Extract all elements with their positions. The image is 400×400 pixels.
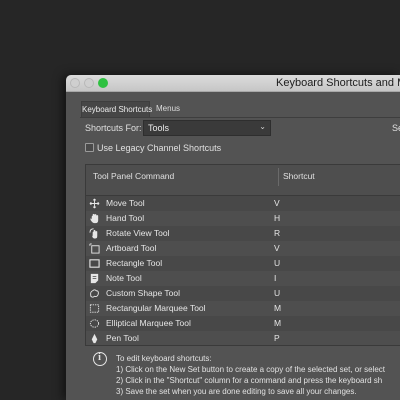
table-row[interactable]: Rectangle Tool U — [86, 256, 400, 271]
close-window-button[interactable] — [70, 78, 80, 88]
zoom-window-button[interactable] — [98, 78, 108, 88]
command-name: Rectangle Tool — [106, 258, 163, 268]
title-bar[interactable]: Keyboard Shortcuts and Menus — [66, 75, 400, 92]
column-divider[interactable] — [278, 168, 279, 186]
command-name: Rectangular Marquee Tool — [106, 303, 206, 313]
table-row[interactable]: Rotate View Tool R — [86, 226, 400, 241]
command-name: Elliptical Marquee Tool — [106, 318, 191, 328]
shortcut-key[interactable]: U — [274, 258, 280, 268]
rotate-view-icon — [89, 228, 98, 239]
tab-keyboard-shortcuts[interactable]: Keyboard Shortcuts — [81, 101, 152, 117]
shortcut-key[interactable]: U — [274, 288, 280, 298]
shortcuts-for-value: Tools — [148, 123, 170, 133]
shortcut-key[interactable]: P — [274, 333, 280, 343]
table-row[interactable]: Rectangular Marquee Tool M — [86, 301, 400, 316]
custom-shape-icon — [90, 289, 99, 298]
legacy-channel-label: Use Legacy Channel Shortcuts — [97, 143, 222, 153]
set-label: Se — [392, 123, 400, 133]
command-name: Pen Tool — [106, 333, 139, 343]
shortcut-key[interactable]: R — [274, 228, 280, 238]
info-line: 2) Click in the "Shortcut" column for a … — [116, 376, 383, 385]
command-column-header[interactable]: Tool Panel Command — [93, 171, 174, 181]
hand-icon — [90, 213, 99, 224]
shortcut-key[interactable]: M — [274, 303, 281, 313]
shortcuts-for-label: Shortcuts For: — [85, 123, 142, 133]
tab-menus[interactable]: Menus — [156, 101, 180, 117]
shortcut-key[interactable]: V — [274, 198, 280, 208]
shortcut-key[interactable]: M — [274, 318, 281, 328]
elliptical-marquee-icon — [89, 319, 100, 328]
command-name: Rotate View Tool — [106, 228, 170, 238]
info-line: 3) Save the set when you are done editin… — [116, 387, 357, 396]
table-row[interactable]: Pen Tool P — [86, 331, 400, 345]
command-name: Artboard Tool — [106, 243, 157, 253]
shortcuts-for-select[interactable]: Tools ⌄ — [143, 120, 271, 136]
rectangular-marquee-icon — [89, 304, 100, 313]
minimize-window-button[interactable] — [84, 78, 94, 88]
move-icon — [89, 198, 100, 209]
info-icon: i — [93, 352, 107, 366]
note-icon — [90, 273, 99, 284]
table-row[interactable]: Artboard Tool V — [86, 241, 400, 256]
shortcuts-table: Tool Panel Command Shortcut Move Tool V … — [85, 164, 400, 346]
command-name: Note Tool — [106, 273, 142, 283]
command-name: Custom Shape Tool — [106, 288, 181, 298]
table-row[interactable]: Elliptical Marquee Tool M — [86, 316, 400, 331]
window-title: Keyboard Shortcuts and Menus — [276, 77, 400, 89]
info-heading: To edit keyboard shortcuts: — [116, 354, 212, 363]
table-header: Tool Panel Command Shortcut — [86, 165, 400, 196]
shortcut-column-header[interactable]: Shortcut — [283, 171, 315, 181]
table-row[interactable]: Custom Shape Tool U — [86, 286, 400, 301]
info-line: 1) Click on the New Set button to create… — [116, 365, 386, 374]
pen-icon — [91, 333, 98, 344]
artboard-icon — [89, 243, 100, 254]
chevron-down-icon: ⌄ — [259, 122, 266, 131]
table-row[interactable]: Note Tool I — [86, 271, 400, 286]
shortcut-key[interactable]: I — [274, 273, 276, 283]
legacy-channel-checkbox[interactable] — [85, 143, 94, 152]
command-name: Hand Tool — [106, 213, 145, 223]
shortcut-key[interactable]: V — [274, 243, 280, 253]
table-row[interactable]: Move Tool V — [86, 196, 400, 211]
rectangle-icon — [89, 259, 100, 268]
table-row[interactable]: Hand Tool H — [86, 211, 400, 226]
tab-divider — [80, 117, 400, 118]
keyboard-shortcuts-dialog: Keyboard Shortcuts and Menus Keyboard Sh… — [66, 75, 400, 400]
shortcut-key[interactable]: H — [274, 213, 280, 223]
command-name: Move Tool — [106, 198, 145, 208]
